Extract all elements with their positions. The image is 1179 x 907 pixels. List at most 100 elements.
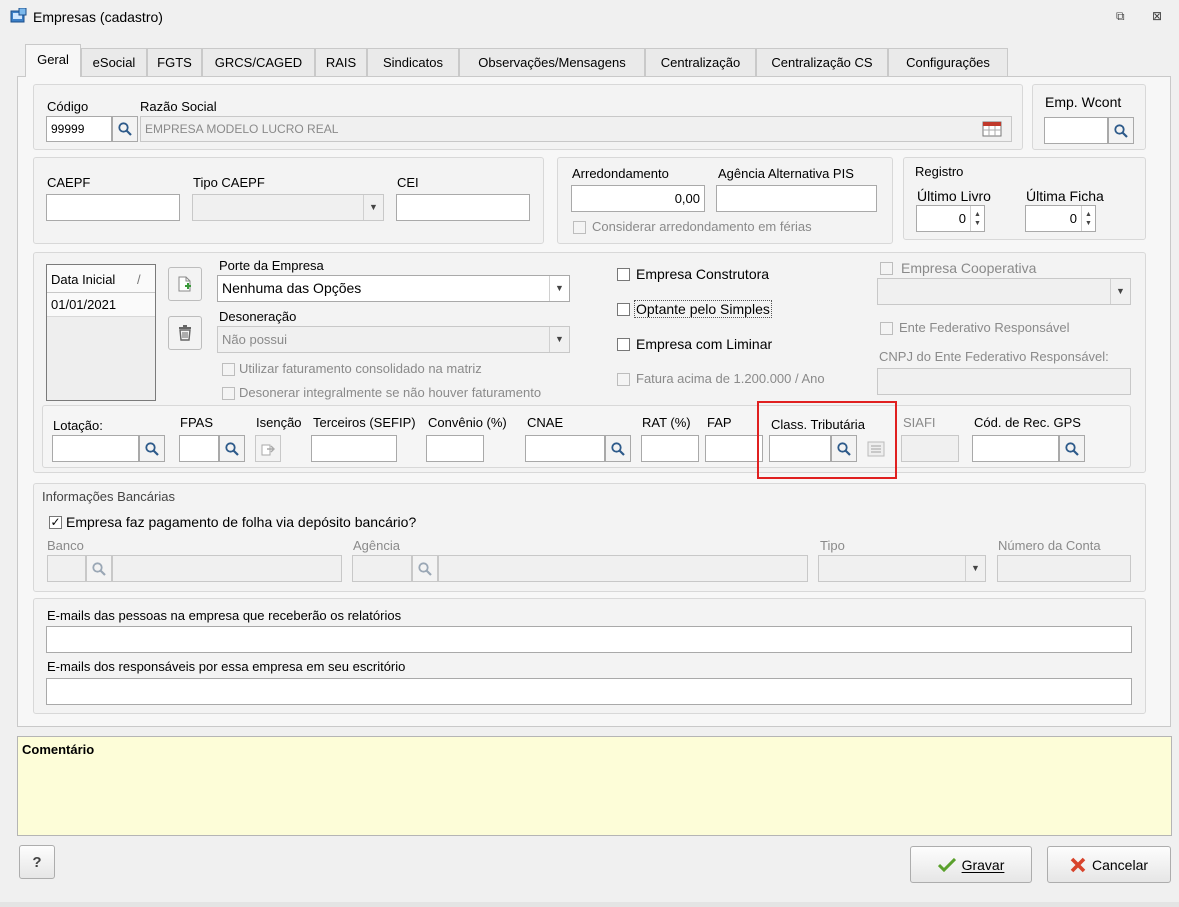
emp-wcont-input[interactable]	[1044, 117, 1108, 144]
cod-rec-gps-search-button[interactable]	[1059, 435, 1085, 462]
simples-checkbox[interactable]	[617, 303, 630, 316]
convenio-input[interactable]	[426, 435, 484, 462]
bottom-border	[0, 902, 1179, 907]
grid-row[interactable]: 01/01/2021	[47, 293, 155, 317]
considerar-ferias-checkbox[interactable]	[573, 221, 586, 234]
agencia-name-input[interactable]	[438, 555, 808, 582]
fpas-input[interactable]	[179, 435, 219, 462]
deposito-label: Empresa faz pagamento de folha via depós…	[66, 514, 417, 530]
tab-centralizacao[interactable]: Centralização	[645, 48, 756, 76]
tab-rais[interactable]: RAIS	[315, 48, 367, 76]
close-button[interactable]: ⊠	[1152, 9, 1162, 23]
trash-icon	[179, 325, 191, 341]
desoneracao-select[interactable]: Não possui ▼	[217, 326, 570, 353]
data-inicial-grid[interactable]: Data Inicial / 01/01/2021	[46, 264, 156, 401]
cod-rec-gps-label: Cód. de Rec. GPS	[974, 415, 1081, 430]
grid-header[interactable]: Data Inicial /	[47, 265, 155, 293]
terceiros-label: Terceiros (SEFIP)	[313, 415, 416, 430]
spin-arrows-icon[interactable]: ▲ ▼	[970, 206, 984, 231]
liminar-checkbox[interactable]	[617, 338, 630, 351]
search-icon	[92, 561, 106, 576]
cnpj-ente-label: CNPJ do Ente Federativo Responsável:	[879, 349, 1109, 364]
search-icon	[611, 441, 625, 456]
porte-select[interactable]: Nenhuma das Opções ▼	[217, 275, 570, 302]
banco-code-input[interactable]	[47, 555, 86, 582]
tab-label: Configurações	[906, 55, 990, 70]
fatura-checkbox[interactable]	[617, 373, 630, 386]
conta-input[interactable]	[997, 555, 1131, 582]
desoneracao-label: Desoneração	[219, 309, 297, 324]
emails-relatorios-label: E-mails das pessoas na empresa que receb…	[47, 608, 402, 623]
ultimo-livro-spinner[interactable]: 0 ▲ ▼	[916, 205, 985, 232]
banco-name-input[interactable]	[112, 555, 342, 582]
ente-federativo-checkbox[interactable]	[880, 322, 893, 335]
tab-geral[interactable]: Geral	[25, 44, 81, 77]
desonerar-integral-checkbox[interactable]	[222, 387, 235, 400]
cei-input[interactable]	[396, 194, 530, 221]
isencao-copy-button[interactable]	[255, 435, 281, 462]
caepf-input[interactable]	[46, 194, 180, 221]
help-button[interactable]: ?	[19, 845, 55, 879]
rat-label: RAT (%)	[642, 415, 691, 430]
restore-button[interactable]: ⧉	[1116, 9, 1125, 24]
emails-escritorio-input[interactable]	[46, 678, 1132, 705]
class-tributaria-input[interactable]	[769, 435, 831, 462]
codigo-input[interactable]: 99999	[46, 116, 112, 142]
lotacao-input[interactable]	[52, 435, 139, 462]
desoneracao-value: Não possui	[222, 332, 288, 347]
tab-grcs-caged[interactable]: GRCS/CAGED	[202, 48, 315, 76]
tab-label: Centralização CS	[771, 55, 873, 70]
siafi-input[interactable]	[901, 435, 959, 462]
tab-centralizacao-cs[interactable]: Centralização CS	[756, 48, 888, 76]
rat-input[interactable]	[641, 435, 699, 462]
lotacao-search-button[interactable]	[139, 435, 165, 462]
ultima-ficha-spinner[interactable]: 0 ▲ ▼	[1025, 205, 1096, 232]
add-period-button[interactable]	[168, 267, 202, 301]
emp-wcont-search-button[interactable]	[1108, 117, 1134, 144]
class-tributaria-search-button[interactable]	[831, 435, 857, 462]
tab-fgts[interactable]: FGTS	[147, 48, 202, 76]
emails-relatorios-input[interactable]	[46, 626, 1132, 653]
cnpj-ente-input[interactable]	[877, 368, 1131, 395]
cnae-label: CNAE	[527, 415, 564, 430]
cnae-input[interactable]	[525, 435, 605, 462]
tab-observacoes[interactable]: Observações/Mensagens	[459, 48, 645, 76]
spin-arrows-icon[interactable]: ▲ ▼	[1081, 206, 1095, 231]
agencia-pis-input[interactable]	[716, 185, 877, 212]
tab-label: eSocial	[92, 55, 136, 70]
fap-input[interactable]	[705, 435, 763, 462]
calendar-table-icon[interactable]	[982, 120, 1002, 138]
deposito-checkbox[interactable]: ✓	[49, 516, 62, 529]
agencia-search-button[interactable]	[412, 555, 438, 582]
emp-wcont-label: Emp. Wcont	[1045, 94, 1122, 110]
ultima-ficha-label: Última Ficha	[1026, 188, 1104, 204]
title-bar: Empresas (cadastro) ⧉ ⊠	[0, 0, 1179, 34]
tipo-caepf-select[interactable]: ▼	[192, 194, 384, 221]
cooperativa-checkbox[interactable]	[880, 262, 893, 275]
cod-rec-gps-input[interactable]	[972, 435, 1059, 462]
search-icon	[1065, 441, 1079, 456]
cancelar-button[interactable]: Cancelar	[1047, 846, 1171, 883]
terceiros-input[interactable]	[311, 435, 397, 462]
razao-social-input[interactable]: EMPRESA MODELO LUCRO REAL	[140, 116, 1012, 142]
arredondamento-input[interactable]: 0,00	[571, 185, 705, 212]
fpas-search-button[interactable]	[219, 435, 245, 462]
utilizar-faturamento-checkbox[interactable]	[222, 363, 235, 376]
tab-label: GRCS/CAGED	[214, 55, 303, 70]
comentario-area[interactable]: Comentário	[17, 736, 1172, 836]
codigo-search-button[interactable]	[112, 116, 138, 142]
delete-period-button[interactable]	[168, 316, 202, 350]
cooperativa-select[interactable]: ▼	[877, 278, 1131, 305]
banco-search-button[interactable]	[86, 555, 112, 582]
cnae-search-button[interactable]	[605, 435, 631, 462]
list-icon[interactable]	[866, 440, 886, 458]
lotacao-label: Lotação:	[53, 418, 103, 433]
registro-label: Registro	[915, 164, 964, 179]
tipo-select[interactable]: ▼	[818, 555, 986, 582]
agencia-code-input[interactable]	[352, 555, 412, 582]
tab-configuracoes[interactable]: Configurações	[888, 48, 1008, 76]
construtora-checkbox[interactable]	[617, 268, 630, 281]
tab-sindicatos[interactable]: Sindicatos	[367, 48, 459, 76]
tab-esocial[interactable]: eSocial	[81, 48, 147, 76]
gravar-button[interactable]: Gravar	[910, 846, 1032, 883]
